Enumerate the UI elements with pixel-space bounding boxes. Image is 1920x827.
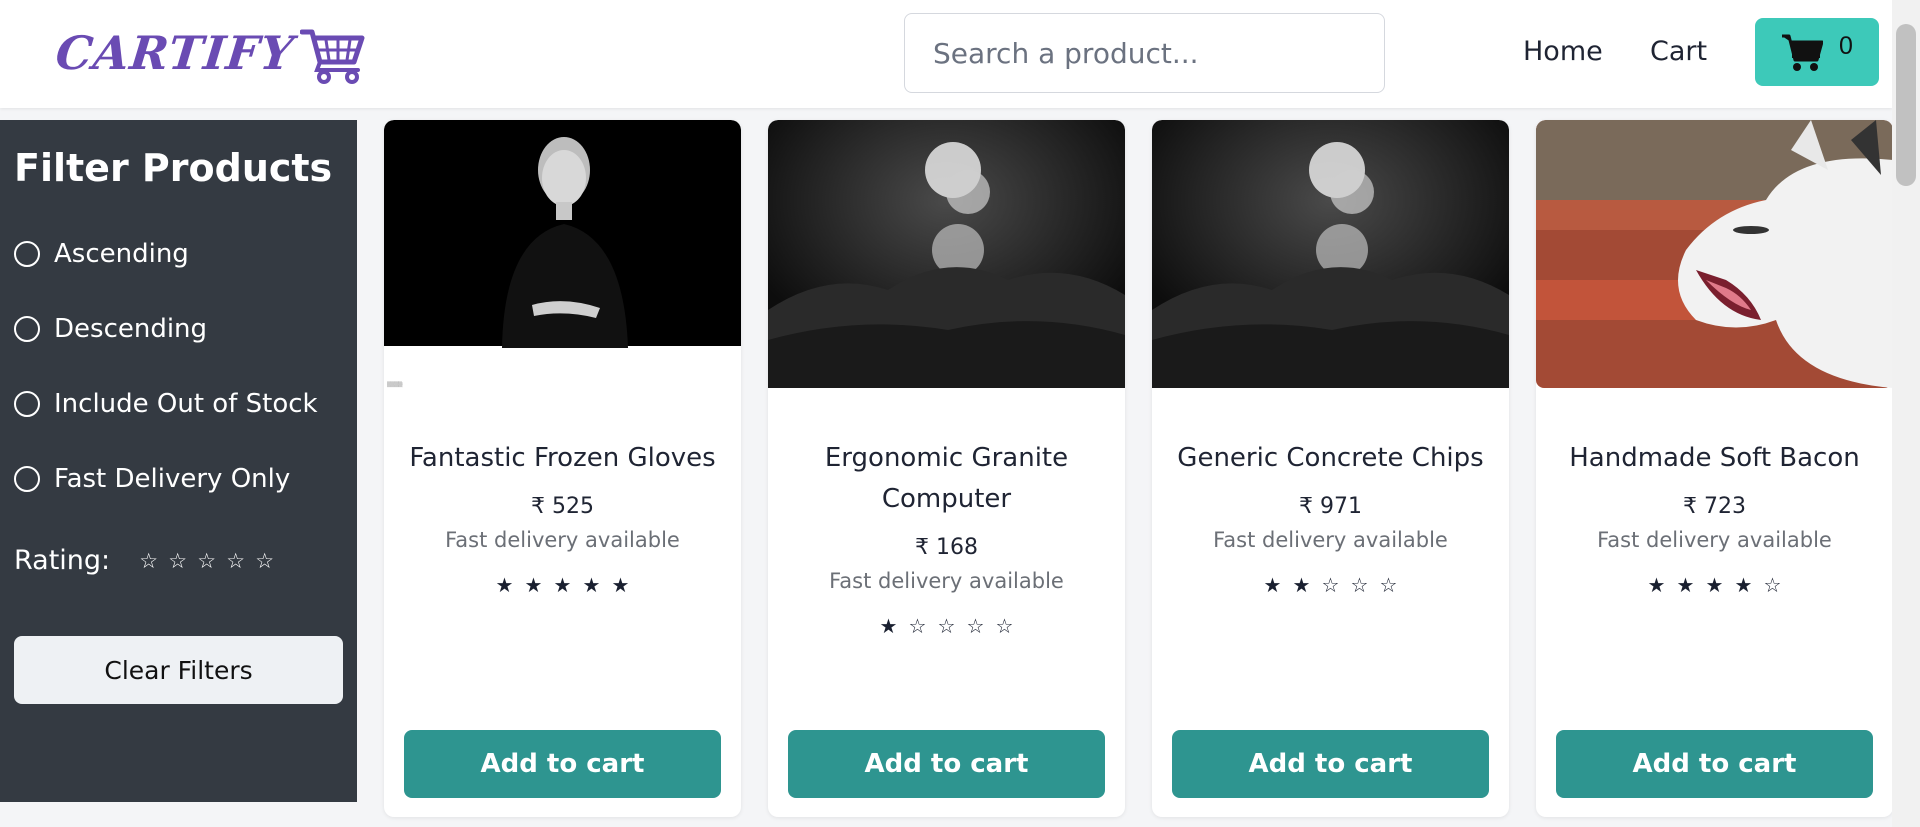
cart-count-badge: 0 — [1839, 31, 1853, 60]
clear-filters-button[interactable]: Clear Filters — [14, 636, 343, 704]
product-name: Ergonomic Granite Computer — [824, 443, 1069, 514]
product-rating: ★ ★ ☆ ☆ ☆ — [1152, 573, 1509, 597]
filter-ascending-label: Ascending — [54, 239, 189, 269]
star-icon[interactable]: ☆ — [134, 549, 163, 573]
star-empty-icon: ☆ — [937, 614, 956, 638]
star-filled-icon: ★ — [1734, 573, 1753, 597]
nav-cart-link[interactable]: Cart — [1650, 36, 1707, 67]
top-navbar: CARTIFY Home Cart 0 — [0, 0, 1892, 108]
rating-label: Rating: — [14, 545, 111, 576]
filter-sidebar: Filter Products Ascending Descending Inc… — [0, 120, 357, 802]
product-delivery: Fast delivery available — [1597, 528, 1832, 552]
product-price: ₹ 971 — [1299, 494, 1362, 519]
star-icon[interactable]: ☆ — [250, 549, 279, 573]
star-empty-icon: ☆ — [1321, 573, 1340, 597]
star-filled-icon: ★ — [1705, 573, 1724, 597]
star-filled-icon: ★ — [1263, 573, 1282, 597]
star-filled-icon: ★ — [524, 573, 543, 597]
star-filled-icon: ★ — [495, 573, 514, 597]
star-empty-icon: ☆ — [1350, 573, 1369, 597]
filter-fast-delivery[interactable]: Fast Delivery Only — [14, 464, 290, 494]
product-card: Ergonomic Granite Computer ₹ 168 Fast de… — [768, 120, 1125, 817]
product-price: ₹ 723 — [1683, 494, 1746, 519]
product-image — [1152, 120, 1509, 388]
product-image — [1536, 120, 1893, 388]
brand-logo[interactable]: CARTIFY — [53, 22, 366, 84]
add-to-cart-button[interactable]: Add to cart — [788, 730, 1105, 798]
star-empty-icon: ☆ — [908, 614, 927, 638]
star-filled-icon: ★ — [879, 614, 898, 638]
product-card: ▒▒▒▒ Fantastic Frozen Gloves ₹ 525 Fast … — [384, 120, 741, 817]
star-filled-icon: ★ — [611, 573, 630, 597]
checkbox-include-out-of-stock[interactable] — [14, 391, 40, 417]
filter-descending-label: Descending — [54, 314, 208, 344]
rating-stars: ☆ ☆ ☆ ☆ ☆ — [134, 549, 279, 573]
filter-ascending[interactable]: Ascending — [14, 239, 189, 269]
nav-home-link[interactable]: Home — [1523, 36, 1603, 67]
filter-include-out-of-stock-label: Include Out of Stock — [54, 389, 318, 419]
brand-logo-text: CARTIFY — [53, 26, 297, 80]
logo-cart-icon — [299, 29, 365, 84]
page-scrollbar[interactable] — [1892, 0, 1920, 827]
rating-filter: Rating: ☆ ☆ ☆ ☆ ☆ — [14, 545, 279, 576]
add-to-cart-button[interactable]: Add to cart — [404, 730, 721, 798]
filter-descending[interactable]: Descending — [14, 314, 207, 344]
checkbox-fast-delivery[interactable] — [14, 466, 40, 492]
star-empty-icon: ☆ — [966, 614, 985, 638]
star-empty-icon: ☆ — [995, 614, 1014, 638]
shopping-cart-icon — [1782, 34, 1824, 71]
sidebar-title: Filter Products — [14, 146, 333, 190]
filter-include-out-of-stock[interactable]: Include Out of Stock — [14, 389, 318, 419]
product-rating: ★ ☆ ☆ ☆ ☆ — [768, 614, 1125, 638]
product-price: ₹ 168 — [915, 535, 978, 560]
star-filled-icon: ★ — [1676, 573, 1695, 597]
product-image — [768, 120, 1125, 388]
product-price: ₹ 525 — [531, 494, 594, 519]
filter-fast-delivery-label: Fast Delivery Only — [54, 464, 291, 494]
cart-button[interactable]: 0 — [1755, 18, 1879, 86]
star-empty-icon: ☆ — [1379, 573, 1398, 597]
product-name: Generic Concrete Chips — [1177, 443, 1484, 473]
product-delivery: Fast delivery available — [445, 528, 680, 552]
product-delivery: Fast delivery available — [1213, 528, 1448, 552]
star-filled-icon: ★ — [1292, 573, 1311, 597]
product-name: Fantastic Frozen Gloves — [409, 443, 716, 473]
svg-text:▒▒▒▒: ▒▒▒▒ — [387, 381, 403, 388]
product-delivery: Fast delivery available — [829, 569, 1064, 593]
star-filled-icon: ★ — [553, 573, 572, 597]
radio-ascending[interactable] — [14, 241, 40, 267]
product-card: Generic Concrete Chips ₹ 971 Fast delive… — [1152, 120, 1509, 817]
star-filled-icon: ★ — [1647, 573, 1666, 597]
scrollbar-thumb[interactable] — [1896, 24, 1916, 186]
product-rating: ★ ★ ★ ★ ☆ — [1536, 573, 1893, 597]
product-rating: ★ ★ ★ ★ ★ — [384, 573, 741, 597]
product-image: ▒▒▒▒ — [384, 120, 741, 388]
star-empty-icon: ☆ — [1763, 573, 1782, 597]
add-to-cart-button[interactable]: Add to cart — [1556, 730, 1873, 798]
search-input[interactable] — [904, 13, 1385, 93]
radio-descending[interactable] — [14, 316, 40, 342]
product-name: Handmade Soft Bacon — [1569, 443, 1860, 473]
star-filled-icon: ★ — [582, 573, 601, 597]
product-card: Handmade Soft Bacon ₹ 723 Fast delivery … — [1536, 120, 1893, 817]
star-icon[interactable]: ☆ — [221, 549, 250, 573]
star-icon[interactable]: ☆ — [192, 549, 221, 573]
add-to-cart-button[interactable]: Add to cart — [1172, 730, 1489, 798]
star-icon[interactable]: ☆ — [163, 549, 192, 573]
